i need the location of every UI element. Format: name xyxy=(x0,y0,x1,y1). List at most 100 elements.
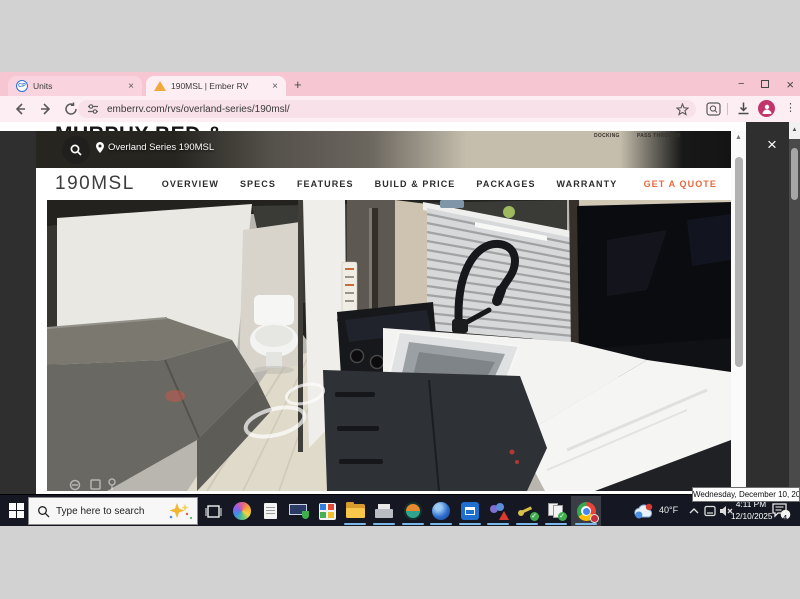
open-app-indicator xyxy=(516,523,538,526)
copilot-button[interactable] xyxy=(228,498,256,524)
task-view-button[interactable] xyxy=(199,498,227,524)
clock-date: 12/10/2025 xyxy=(731,511,771,523)
device-window-icon xyxy=(704,505,716,517)
nav-link-features[interactable]: FEATURES xyxy=(297,179,354,189)
forward-button[interactable] xyxy=(38,101,54,117)
minimize-button[interactable]: − xyxy=(738,78,744,90)
weather-cloud-icon xyxy=(632,503,654,520)
model-brand: 190MSL xyxy=(55,173,135,195)
taskbar-clock[interactable]: 4:11 PM 12/10/2025 xyxy=(731,499,771,522)
page-background-strip: MURPHY BED & xyxy=(0,122,789,131)
page-scrollbar-thumb[interactable] xyxy=(791,148,798,200)
kiosk-app-button[interactable] xyxy=(456,498,484,524)
cp-favicon-icon: CP xyxy=(16,80,28,92)
tour-photo[interactable] xyxy=(47,200,731,491)
open-app-indicator xyxy=(575,523,597,526)
tab-title: Units xyxy=(33,81,126,91)
address-bar[interactable]: emberrv.com/rvs/overland-series/190msl/ xyxy=(78,100,696,118)
date-tooltip: Wednesday, December 10, 2025 xyxy=(692,487,800,502)
scroll-up-icon[interactable]: ▲ xyxy=(731,134,746,141)
tab-ember-rv[interactable]: 190MSL | Ember RV × xyxy=(146,76,286,96)
utility-app-button[interactable] xyxy=(399,498,427,524)
tab-units[interactable]: CP Units × xyxy=(8,76,142,96)
browser-window: CP Units × 190MSL | Ember RV × + − × xyxy=(0,72,800,494)
folder-icon xyxy=(346,504,365,518)
open-app-indicator xyxy=(373,523,395,526)
back-button[interactable] xyxy=(12,101,28,117)
model-nav-bar: 190MSL OVERVIEW SPECS FEATURES BUILD & P… xyxy=(36,168,731,200)
maximize-button[interactable] xyxy=(761,80,769,88)
side-panel-search-icon[interactable] xyxy=(706,102,722,118)
get-a-quote-link[interactable]: GET A QUOTE xyxy=(644,179,717,189)
globe-icon xyxy=(432,502,450,520)
sync-docs-button[interactable]: ✓ xyxy=(542,498,570,524)
background-label: PASS THROUGH xyxy=(637,133,681,139)
nav-link-specs[interactable]: SPECS xyxy=(240,179,276,189)
chrome-icon xyxy=(577,502,596,521)
viewer-location: Overland Series 190MSL xyxy=(96,142,214,153)
scroll-up-icon[interactable]: ▲ xyxy=(789,122,800,139)
tab-strip: CP Units × 190MSL | Ember RV × + − × xyxy=(0,72,800,96)
weather-button[interactable] xyxy=(628,498,658,524)
tab-close-icon[interactable]: × xyxy=(126,81,136,92)
search-highlights-sparkle-icon xyxy=(167,501,193,521)
printer-icon xyxy=(375,504,393,518)
nav-link-overview[interactable]: OVERVIEW xyxy=(162,179,219,189)
key-manager-button[interactable]: ✓ xyxy=(513,498,541,524)
store-app-button[interactable] xyxy=(313,498,341,524)
storefront-icon xyxy=(461,502,479,520)
open-app-indicator xyxy=(487,523,509,526)
site-info-icon[interactable] xyxy=(86,102,100,116)
tab-close-icon[interactable]: × xyxy=(270,81,280,92)
nav-link-warranty[interactable]: WARRANTY xyxy=(557,179,618,189)
taskbar-search[interactable]: Type here to search xyxy=(28,497,198,525)
page-viewport: MURPHY BED & Overland Series 190MSL DOCK… xyxy=(0,122,800,494)
profile-avatar[interactable] xyxy=(758,100,775,117)
viewer-top-bar: Overland Series 190MSL DOCKING PASS THRO… xyxy=(36,131,731,168)
system-security-button[interactable] xyxy=(284,498,312,524)
reload-button[interactable] xyxy=(63,101,79,117)
location-pin-icon xyxy=(96,142,104,153)
new-tab-button[interactable]: + xyxy=(294,77,302,92)
modal-scrollbar-thumb[interactable] xyxy=(735,157,743,367)
temperature-label[interactable]: 40°F xyxy=(659,505,678,515)
open-app-indicator xyxy=(430,523,452,526)
chrome-button[interactable] xyxy=(572,498,600,524)
viewer-search-button[interactable] xyxy=(62,136,90,164)
open-app-indicator xyxy=(545,523,567,526)
browser-toolbar: emberrv.com/rvs/overland-series/190msl/ … xyxy=(0,96,800,122)
printer-app-button[interactable] xyxy=(370,498,398,524)
lightbox-close-button[interactable]: × xyxy=(761,134,783,156)
open-app-indicator xyxy=(344,523,366,526)
download-icon[interactable] xyxy=(736,101,752,117)
open-app-indicator xyxy=(459,523,481,526)
start-button[interactable] xyxy=(9,503,24,518)
file-explorer-button[interactable] xyxy=(341,498,369,524)
computer-shield-icon xyxy=(289,504,307,519)
toolbar-divider xyxy=(727,103,728,115)
url-text[interactable]: emberrv.com/rvs/overland-series/190msl/ xyxy=(107,104,290,115)
nav-link-packages[interactable]: PACKAGES xyxy=(476,179,535,189)
browser-menu-icon[interactable]: ⋮ xyxy=(785,101,796,114)
lightbox-overlay xyxy=(746,122,789,494)
ember-triangle-favicon-icon xyxy=(154,81,166,91)
chevron-up-icon xyxy=(689,508,699,514)
search-placeholder: Type here to search xyxy=(56,506,167,517)
browser-globe-button[interactable] xyxy=(427,498,455,524)
page-scrollbar[interactable]: ▲ xyxy=(789,122,800,494)
copilot-icon xyxy=(233,502,251,520)
contacts-alert-button[interactable] xyxy=(484,498,512,524)
notification-count-badge: 4 xyxy=(780,515,790,522)
viewer-location-label: Overland Series 190MSL xyxy=(108,142,214,153)
store-icon xyxy=(319,503,336,520)
modal-scrollbar[interactable]: ▲ xyxy=(731,131,746,494)
window-close-button[interactable]: × xyxy=(786,77,794,92)
document-app-button[interactable] xyxy=(256,498,284,524)
people-warning-icon xyxy=(489,503,508,519)
nav-link-build-price[interactable]: BUILD & PRICE xyxy=(375,179,456,189)
open-app-indicator xyxy=(402,523,424,526)
pages-check-icon: ✓ xyxy=(548,503,565,519)
page-heading: MURPHY BED & xyxy=(55,123,223,131)
taskbar: Type here to search ✓ ✓ xyxy=(0,494,800,526)
bookmark-star-icon[interactable] xyxy=(676,103,689,116)
